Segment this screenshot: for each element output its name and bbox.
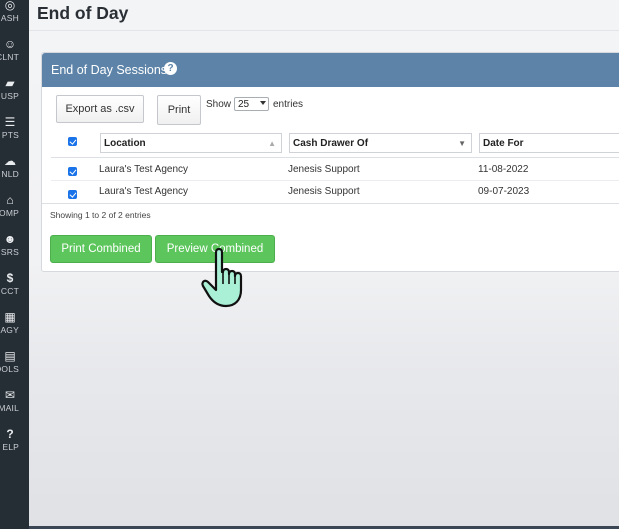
cell-cash-drawer: Jenesis Support — [288, 164, 360, 175]
cell-date-for: 09-07-2023 — [478, 186, 530, 197]
show-label: Show — [206, 99, 232, 110]
sidebar-item-dash[interactable]: ◎ ASH — [0, 0, 29, 34]
panel-header: End of Day Sessions ? — [42, 53, 619, 87]
building-icon: ▦ — [4, 310, 16, 324]
sidebar-item-srs[interactable]: ☻ SRS — [0, 232, 29, 268]
print-button[interactable]: Print — [157, 95, 201, 125]
sidebar-item-label: MAIL — [0, 403, 19, 413]
calculator-icon: ▤ — [4, 349, 16, 363]
help-icon[interactable]: ? — [164, 62, 177, 75]
cloud-download-icon: ☁ — [4, 154, 16, 168]
column-header-location[interactable]: Location ▲ — [100, 133, 282, 153]
header-divider — [29, 30, 619, 31]
cell-location: Laura's Test Agency — [99, 186, 189, 197]
end-of-day-sessions-panel: End of Day Sessions ? Export as .csv Pri… — [41, 52, 619, 272]
bank-icon: ⌂ — [6, 193, 14, 207]
dollar-icon: $ — [6, 271, 14, 285]
users-icon: ☻ — [3, 232, 17, 246]
sidebar-item-usp[interactable]: ▰ USP — [0, 76, 29, 112]
sidebar-item-label: ELP — [2, 442, 19, 452]
entries-label: entries — [273, 99, 304, 110]
column-header-cash-drawer[interactable]: Cash Drawer Of ▼ — [289, 133, 472, 153]
sidebar-item-label: SRS — [0, 247, 19, 257]
row-divider — [51, 180, 619, 181]
envelope-icon: ✉ — [4, 388, 16, 402]
cell-location: Laura's Test Agency — [99, 164, 189, 175]
row-checkbox[interactable] — [68, 167, 77, 176]
column-header-label: Cash Drawer Of — [293, 138, 369, 149]
header-divider-line — [51, 157, 619, 158]
table-bottom-line — [42, 203, 619, 204]
sidebar-item-pts[interactable]: ☰ PTS — [0, 115, 29, 151]
sort-icon: ▲ — [268, 139, 276, 148]
note-icon: ▰ — [5, 76, 15, 90]
dashboard-icon: ◎ — [4, 0, 16, 12]
page-title: End of Day — [37, 3, 129, 23]
sidebar-item-label: OOLS — [0, 364, 19, 374]
sidebar-item-tools[interactable]: ▤ OOLS — [0, 349, 29, 385]
row-checkbox[interactable] — [68, 190, 77, 199]
entries-select-value: 25 — [238, 99, 250, 110]
entries-select[interactable]: 25 — [234, 97, 269, 111]
column-header-date-for[interactable]: Date For — [479, 133, 619, 153]
cell-date-for: 11-08-2022 — [478, 164, 529, 175]
select-all-checkbox[interactable] — [68, 137, 77, 146]
panel-title: End of Day Sessions — [51, 63, 168, 77]
export-csv-button[interactable]: Export as .csv — [56, 95, 144, 123]
sidebar-item-mail[interactable]: ✉ MAIL — [0, 388, 29, 424]
chevron-down-icon — [260, 101, 266, 105]
sidebar-item-label: CCT — [0, 286, 19, 296]
cell-cash-drawer: Jenesis Support — [288, 186, 360, 197]
sidebar-item-label: OMP — [0, 208, 19, 218]
sidebar-item-label: PTS — [1, 130, 19, 140]
sidebar-item-label: NLD — [1, 169, 19, 179]
sidebar-item-agy[interactable]: ▦ AGY — [0, 310, 29, 346]
sidebar-item-help[interactable]: ? ELP — [0, 427, 29, 463]
table-info: Showing 1 to 2 of 2 entries — [50, 210, 151, 220]
hand-pointer-cursor-icon — [201, 247, 243, 308]
column-header-label: Date For — [483, 138, 524, 149]
sort-desc-icon: ▼ — [458, 139, 466, 148]
sidebar-item-label: CLNT — [0, 52, 19, 62]
sidebar-item-cct[interactable]: $ CCT — [0, 271, 29, 307]
sidebar-item-label: ASH — [0, 13, 19, 23]
sidebar-item-label: USP — [0, 91, 19, 101]
sidebar-item-clnt[interactable]: ☺ CLNT — [0, 37, 29, 73]
question-icon: ? — [6, 427, 14, 441]
sidebar: ◎ ASH ☺ CLNT ▰ USP ☰ PTS ☁ NLD ⌂ OMP ☻ S… — [0, 0, 29, 529]
print-combined-button[interactable]: Print Combined — [50, 235, 152, 263]
column-header-label: Location — [104, 138, 146, 149]
list-icon: ☰ — [4, 115, 16, 129]
smiley-icon: ☺ — [3, 37, 17, 51]
sidebar-item-label: AGY — [0, 325, 19, 335]
sidebar-item-nld[interactable]: ☁ NLD — [0, 154, 29, 190]
sidebar-item-omp[interactable]: ⌂ OMP — [0, 193, 29, 229]
